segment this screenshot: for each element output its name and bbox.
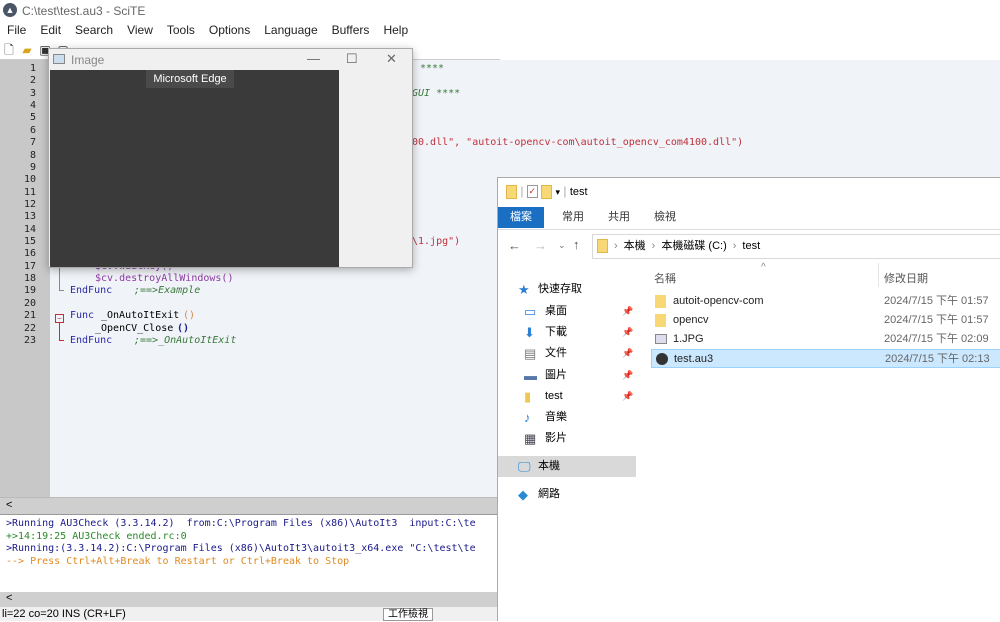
code-token: _OpenCV_Close	[95, 322, 174, 334]
file-name: 1.JPG	[673, 333, 704, 345]
image-canvas: Microsoft Edge	[50, 70, 339, 267]
file-explorer-window[interactable]: | ✓ ▾ | test 檔案 常用 共用 檢視 ← → ⌄ ↑ › 本機 › 本機磁碟 (…	[497, 177, 1000, 621]
window-title: C:\test\test.au3 - SciTE	[22, 4, 146, 18]
image-window-icon	[53, 54, 65, 64]
code-token: ;==>_OnAutoItExit	[134, 334, 237, 346]
image-window[interactable]: Image — ☐ ✕ Microsoft Edge	[48, 48, 413, 268]
code-token: \1.jpg")	[412, 236, 461, 248]
file-name: autoit-opencv-com	[673, 295, 764, 307]
code-token: ()	[177, 322, 190, 334]
close-button[interactable]: ✕	[386, 51, 397, 67]
output-line: >Running AU3Check (3.3.14.2) from:C:\Pro…	[6, 518, 476, 529]
code-token: Func	[70, 310, 95, 322]
file-date: 2024/7/15 下午 01:57	[884, 295, 989, 307]
autoit-app-icon: ▲	[3, 3, 17, 17]
file-row[interactable]: 1.JPG 2024/7/15 下午 02:09	[651, 330, 1000, 349]
maximize-button[interactable]: ☐	[346, 51, 358, 67]
file-date: 2024/7/15 下午 01:57	[884, 314, 989, 326]
file-name: opencv	[673, 314, 709, 326]
menu-search[interactable]: Search	[68, 21, 120, 40]
file-list: autoit-opencv-com 2024/7/15 下午 01:57 openc…	[498, 178, 1000, 622]
folder-icon	[655, 295, 666, 308]
code-token: EndFunc	[70, 285, 113, 297]
file-row[interactable]: test.au3 2024/7/15 下午 02:13	[651, 349, 1000, 368]
new-file-icon[interactable]: 🗋	[2, 43, 16, 57]
output-line: >Running:(3.3.14.2):C:\Program Files (x8…	[6, 543, 476, 554]
menu-edit[interactable]: Edit	[33, 21, 68, 40]
code-token: _OnAutoItExit	[101, 310, 180, 322]
file-date: 2024/7/15 下午 02:09	[884, 333, 989, 345]
editor-horizontal-scrollbar[interactable]: <	[0, 497, 497, 514]
file-name: test.au3	[674, 353, 714, 365]
code-token: ()	[183, 310, 196, 322]
menu-bar: File Edit Search View Tools Options Language Bu…	[0, 21, 1000, 40]
menu-view[interactable]: View	[120, 21, 160, 40]
menu-options[interactable]: Options	[202, 21, 257, 40]
file-date: 2024/7/15 下午 02:13	[885, 353, 990, 365]
scroll-left-icon[interactable]: <	[6, 499, 12, 511]
code-token: GUI ****	[412, 87, 461, 99]
menu-buffers[interactable]: Buffers	[325, 21, 377, 40]
output-line: --> Press Ctrl+Alt+Break to Restart or C…	[6, 555, 350, 567]
code-token: $cv.destroyAllWindows()	[95, 273, 234, 285]
code-token: EndFunc	[70, 334, 113, 346]
output-line: +>14:19:25 AU3Check ended.rc:0	[6, 530, 187, 542]
menu-file[interactable]: File	[0, 21, 33, 40]
image-file-icon	[655, 334, 667, 344]
autoit-file-icon	[656, 353, 668, 365]
output-pane[interactable]: >Running AU3Check (3.3.14.2) from:C:\Pro…	[0, 514, 497, 592]
open-folder-icon[interactable]: ▰	[20, 43, 34, 57]
image-window-title: Image	[71, 53, 105, 67]
file-row[interactable]: opencv 2024/7/15 下午 01:57	[651, 311, 1000, 330]
minimize-button[interactable]: —	[307, 51, 320, 66]
scroll-left-icon[interactable]: <	[6, 592, 12, 604]
scite-title-bar: ▲ C:\test\test.au3 - SciTE	[0, 0, 1000, 21]
folder-icon	[655, 314, 666, 327]
menu-tools[interactable]: Tools	[160, 21, 202, 40]
menu-language[interactable]: Language	[257, 21, 324, 40]
file-row[interactable]: autoit-opencv-com 2024/7/15 下午 01:57	[651, 292, 1000, 311]
code-token: ****	[420, 63, 445, 74]
menu-help[interactable]: Help	[376, 21, 415, 40]
code-token: ;==>Example	[134, 285, 201, 297]
code-token: 00.dll", "autoit-opencv-com\autoit_openc…	[412, 137, 744, 149]
taskbar-tooltip: Microsoft Edge	[146, 70, 234, 88]
task-view-tooltip: 工作檢視	[383, 608, 433, 621]
output-horizontal-scrollbar[interactable]: <	[0, 592, 497, 607]
